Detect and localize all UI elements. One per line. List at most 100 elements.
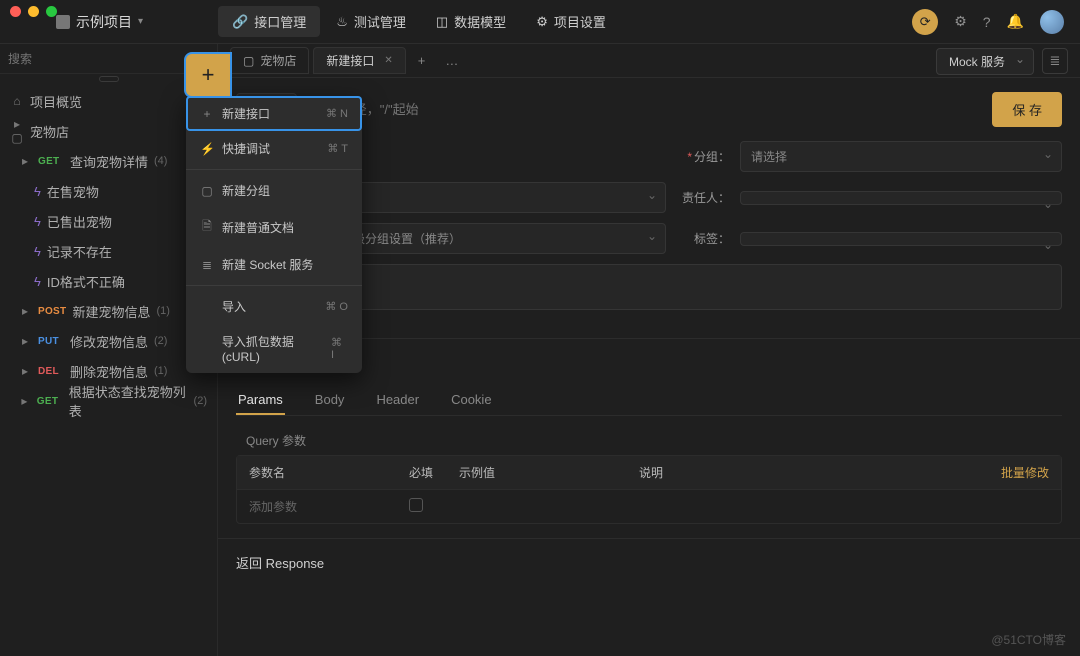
tree-item[interactable]: ▸ GET 查询宠物详情 (4) bbox=[0, 146, 217, 176]
sync-button[interactable]: ⟳ bbox=[912, 9, 938, 35]
shortcut: ⌘ T bbox=[327, 142, 348, 155]
method-badge: DEL bbox=[38, 366, 64, 377]
owner-select[interactable] bbox=[740, 191, 1062, 205]
menu-icon: ⚡ bbox=[200, 142, 214, 156]
tree-count: (1) bbox=[156, 305, 169, 317]
top-tab-项目设置[interactable]: ⚙项目设置 bbox=[522, 6, 620, 37]
tree-label: 已售出宠物 bbox=[47, 212, 112, 231]
param-tab-body[interactable]: Body bbox=[313, 386, 347, 415]
batch-edit-link[interactable]: 批量修改 bbox=[981, 456, 1061, 489]
window-close[interactable] bbox=[10, 6, 21, 17]
response-title: 返回 Response bbox=[236, 553, 1062, 572]
menu-icon: + bbox=[200, 107, 214, 121]
home-icon: ⌂ bbox=[10, 94, 24, 108]
tree-label: 查询宠物详情 bbox=[70, 152, 148, 171]
params-table: 参数名 必填 示例值 说明 批量修改 添加参数 bbox=[236, 455, 1062, 524]
top-tab-接口管理[interactable]: 🔗接口管理 bbox=[218, 6, 320, 37]
bell-icon[interactable]: 🔔 bbox=[1007, 13, 1024, 30]
overview-label: 项目概览 bbox=[30, 92, 82, 111]
bolt-icon: ϟ bbox=[34, 214, 41, 229]
tree-item[interactable]: ϟ 已售出宠物 bbox=[0, 206, 217, 236]
chevron-right-icon: ▸ bbox=[18, 364, 32, 378]
chevron-right-icon: ▸ bbox=[18, 304, 32, 318]
tree-label: 根据状态查找宠物列表 bbox=[69, 382, 188, 420]
chevron-right-icon: ▸ bbox=[18, 154, 32, 168]
method-badge: GET bbox=[38, 156, 64, 167]
param-tab-header[interactable]: Header bbox=[374, 386, 421, 415]
bolt-icon: ϟ bbox=[34, 184, 41, 199]
service-select[interactable]: Mock 服务 bbox=[936, 48, 1034, 75]
path-input[interactable] bbox=[307, 94, 983, 125]
tree-count: (4) bbox=[154, 155, 167, 167]
add-param-cell[interactable]: 添加参数 bbox=[237, 490, 397, 523]
method-badge: POST bbox=[38, 306, 66, 317]
top-tab-测试管理[interactable]: ♨测试管理 bbox=[322, 6, 420, 37]
tags-select[interactable] bbox=[740, 232, 1062, 246]
tree-label: 新建宠物信息 bbox=[72, 302, 150, 321]
save-button[interactable]: 保 存 bbox=[992, 92, 1062, 127]
settings-icon[interactable]: ⚙ bbox=[954, 13, 967, 30]
tree-item[interactable]: ϟ 在售宠物 bbox=[0, 176, 217, 206]
menu-icon: ≣ bbox=[200, 258, 214, 272]
menu-item[interactable]: 🗎新建普通文档 bbox=[186, 208, 362, 247]
tree-item[interactable]: ϟ 记录不存在 bbox=[0, 236, 217, 266]
close-icon[interactable]: ✕ bbox=[384, 55, 392, 66]
required-checkbox[interactable] bbox=[409, 498, 423, 512]
menu-item[interactable]: ⚡快捷调试⌘ T bbox=[186, 131, 362, 166]
shortcut: ⌘ O bbox=[325, 300, 348, 313]
param-tab-params[interactable]: Params bbox=[236, 386, 285, 415]
tree-label: 记录不存在 bbox=[47, 242, 112, 261]
service-label: Mock 服务 bbox=[949, 55, 1005, 69]
col-desc: 说明 bbox=[627, 456, 981, 489]
avatar[interactable] bbox=[1040, 10, 1064, 34]
tree-label: 删除宠物信息 bbox=[70, 362, 148, 381]
watermark: @51CTO博客 bbox=[991, 631, 1066, 648]
chevron-right-icon: ▸ bbox=[18, 394, 31, 408]
menu-item[interactable]: 导入抓包数据(cURL)⌘ I bbox=[186, 324, 362, 373]
tags-label: 标签： bbox=[682, 230, 730, 247]
caret-down-icon: ▾ bbox=[138, 16, 143, 27]
col-example: 示例值 bbox=[447, 456, 627, 489]
tree-label: 在售宠物 bbox=[47, 182, 99, 201]
tree-item[interactable]: ▸ POST 新建宠物信息 (1) bbox=[0, 296, 217, 326]
list-view-button[interactable]: ≣ bbox=[1042, 48, 1068, 74]
menu-item[interactable]: 导入⌘ O bbox=[186, 289, 362, 324]
col-required: 必填 bbox=[397, 456, 447, 489]
top-tab-数据模型[interactable]: ◫数据模型 bbox=[422, 6, 520, 37]
menu-item[interactable]: +新建接口⌘ N bbox=[186, 96, 362, 131]
tab-icon: 🔗 bbox=[232, 14, 248, 30]
sidebar-search[interactable] bbox=[0, 44, 217, 74]
tree-item[interactable]: ϟID格式不正确 bbox=[0, 266, 217, 296]
folder-icon: ▸ ▢ bbox=[10, 117, 24, 145]
sidebar-root[interactable]: ▸ ▢ 宠物店 bbox=[0, 116, 217, 146]
method-badge: PUT bbox=[38, 336, 64, 347]
chevron-right-icon: ▸ bbox=[18, 334, 32, 348]
tree-label: 修改宠物信息 bbox=[70, 332, 148, 351]
group-select[interactable]: 请选择 bbox=[740, 141, 1062, 172]
tab-icon: ⚙ bbox=[536, 14, 548, 30]
shortcut: ⌘ N bbox=[326, 107, 348, 120]
menu-item[interactable]: ▢新建分组 bbox=[186, 173, 362, 208]
tree-count: (2) bbox=[154, 335, 167, 347]
owner-label: 责任人： bbox=[682, 189, 730, 206]
tree-item[interactable]: ▸ PUT 修改宠物信息 (2) bbox=[0, 326, 217, 356]
window-maximize[interactable] bbox=[46, 6, 57, 17]
sidebar-overview[interactable]: ⌂ 项目概览 bbox=[0, 86, 217, 116]
bolt-icon: ϟ bbox=[34, 244, 41, 259]
help-icon[interactable]: ? bbox=[983, 14, 991, 30]
tree-count: (2) bbox=[194, 395, 207, 407]
search-input[interactable] bbox=[8, 52, 209, 66]
menu-item[interactable]: ≣新建 Socket 服务 bbox=[186, 247, 362, 282]
tab-icon: ♨ bbox=[336, 14, 348, 30]
tree-item[interactable]: ▸GET根据状态查找宠物列表(2) bbox=[0, 386, 217, 416]
tree-count: (1) bbox=[154, 365, 167, 377]
menu-icon: ▢ bbox=[200, 184, 214, 198]
project-icon bbox=[56, 15, 70, 29]
tab-add[interactable]: + bbox=[410, 53, 434, 68]
window-minimize[interactable] bbox=[28, 6, 39, 17]
tab-more[interactable]: … bbox=[437, 53, 466, 68]
root-label: 宠物店 bbox=[30, 122, 69, 141]
new-button[interactable]: + bbox=[186, 54, 230, 96]
project-switcher[interactable]: 示例项目 ▾ bbox=[56, 12, 218, 32]
param-tab-cookie[interactable]: Cookie bbox=[449, 386, 493, 415]
